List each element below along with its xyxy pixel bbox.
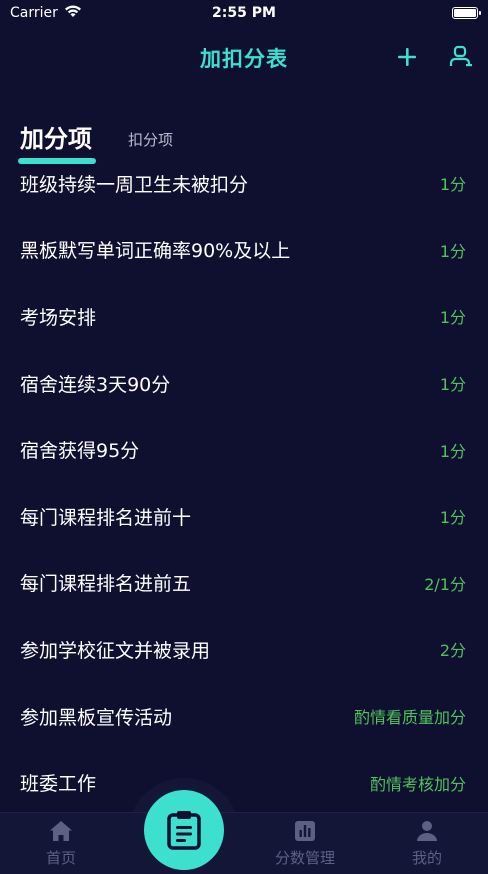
item-title: 班级持续一周卫生未被扣分 — [20, 173, 249, 196]
item-title: 每门课程排名进前五 — [20, 573, 192, 596]
list-item[interactable]: 考场安排 1分 — [0, 283, 488, 350]
nav-bar: 加扣分表 — [0, 26, 488, 90]
list-item[interactable]: 参加学校征文并被录用 2分 — [0, 616, 488, 683]
list-item[interactable]: 宿舍连续3天90分 1分 — [0, 350, 488, 417]
item-title: 参加黑板宣传活动 — [20, 706, 173, 729]
item-title: 黑板默写单词正确率90%及以上 — [20, 240, 291, 263]
tabbar-scores[interactable]: 分数管理 — [265, 819, 345, 868]
user-manage-button[interactable] — [448, 44, 474, 70]
nav-actions — [394, 44, 474, 70]
list-item[interactable]: 每门课程排名进前十 1分 — [0, 483, 488, 550]
tab-deduction-label: 扣分项 — [128, 131, 174, 149]
tabbar-mine[interactable]: 我的 — [387, 819, 467, 868]
rule-list: 班级持续一周卫生未被扣分 1分 黑板默写单词正确率90%及以上 1分 考场安排 … — [0, 150, 488, 816]
battery-icon — [452, 7, 481, 19]
item-score: 1分 — [439, 508, 466, 528]
tab-bonus[interactable]: 加分项 — [18, 119, 96, 164]
wifi-icon — [64, 4, 82, 22]
list-item[interactable]: 班委工作 酌情考核加分 — [0, 749, 488, 816]
list-item[interactable]: 班级持续一周卫生未被扣分 1分 — [0, 150, 488, 217]
item-score: 酌情看质量加分 — [353, 708, 466, 728]
plus-icon — [398, 48, 416, 66]
item-score: 酌情考核加分 — [369, 774, 466, 794]
clipboard-icon — [167, 811, 201, 850]
user-icon — [449, 45, 472, 67]
item-title: 考场安排 — [20, 306, 97, 329]
item-title: 宿舍获得95分 — [20, 440, 140, 463]
segment-tabs: 加分项 扣分项 — [18, 110, 174, 164]
person-icon — [415, 819, 439, 843]
list-item[interactable]: 每门课程排名进前五 2/1分 — [0, 550, 488, 617]
tabbar-mine-label: 我的 — [411, 849, 442, 867]
add-button[interactable] — [394, 44, 420, 70]
list-item[interactable]: 参加黑板宣传活动 酌情看质量加分 — [0, 683, 488, 750]
status-left: Carrier — [10, 4, 82, 22]
tabbar-home[interactable]: 首页 — [21, 819, 101, 868]
carrier-label: Carrier — [10, 5, 58, 21]
list-item[interactable]: 宿舍获得95分 1分 — [0, 416, 488, 483]
tabbar-home-label: 首页 — [45, 849, 76, 867]
list-item[interactable]: 黑板默写单词正确率90%及以上 1分 — [0, 217, 488, 284]
bar-chart-icon — [293, 819, 317, 843]
item-title: 班委工作 — [20, 773, 97, 796]
status-bar: Carrier 2:55 PM — [0, 0, 488, 26]
item-score: 2分 — [439, 641, 466, 661]
page-title: 加扣分表 — [200, 47, 288, 71]
item-score: 1分 — [439, 241, 466, 261]
item-title: 每门课程排名进前十 — [20, 506, 192, 529]
item-score: 2/1分 — [424, 574, 466, 594]
tabbar-scores-label: 分数管理 — [274, 849, 335, 867]
item-score: 1分 — [439, 308, 466, 328]
clipboard-fab-button[interactable] — [144, 790, 224, 870]
item-title: 宿舍连续3天90分 — [20, 373, 171, 396]
item-score: 1分 — [439, 175, 466, 195]
item-score: 1分 — [439, 375, 466, 395]
item-score: 1分 — [439, 441, 466, 461]
home-icon — [49, 819, 73, 843]
tab-bonus-label: 加分项 — [20, 125, 92, 153]
item-title: 参加学校征文并被录用 — [20, 639, 211, 662]
bottom-tab-bar: 首页 分数管理 我的 — [0, 812, 488, 874]
screen: Carrier 2:55 PM 加扣分表 加分项 扣分项 班级持续一周卫生未被扣… — [0, 0, 488, 874]
